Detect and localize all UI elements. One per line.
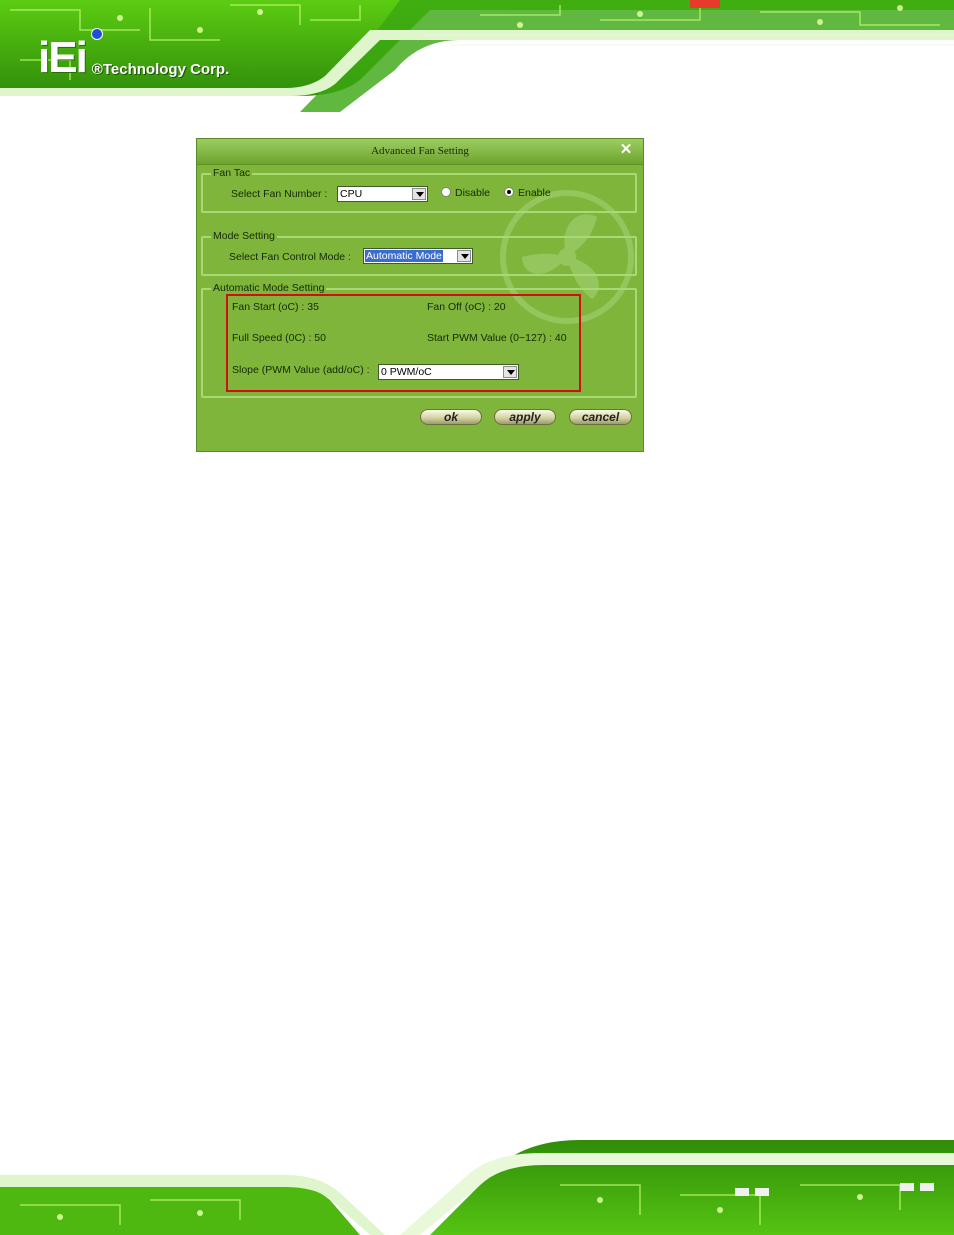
ok-button[interactable]: ok [420, 409, 482, 425]
cancel-button[interactable]: cancel [569, 409, 632, 425]
apply-button[interactable]: apply [494, 409, 556, 425]
header-banner: iEi ®Technology Corp. [0, 0, 954, 112]
fan-number-select[interactable]: CPU [337, 186, 428, 202]
fan-start-value: Fan Start (oC) : 35 [232, 301, 319, 313]
dialog-title: Advanced Fan Setting [371, 145, 469, 157]
slope-select[interactable]: 0 PWM/oC [378, 364, 519, 380]
fan-control-mode-value: Automatic Mode [365, 250, 443, 262]
select-fan-control-mode-label: Select Fan Control Mode : [229, 251, 351, 263]
chevron-down-icon[interactable] [503, 366, 517, 378]
disable-label[interactable]: Disable [455, 187, 490, 199]
fan-tac-group: Fan Tac Select Fan Number : CPU Disable … [201, 166, 637, 213]
enable-label[interactable]: Enable [518, 187, 551, 199]
company-name: ®Technology Corp. [91, 61, 230, 78]
mode-setting-group: Mode Setting Select Fan Control Mode : A… [201, 229, 637, 276]
full-speed-value: Full Speed (0C) : 50 [232, 332, 326, 344]
footer-banner [0, 1125, 954, 1235]
chevron-down-icon[interactable] [412, 188, 426, 200]
company-logo: iEi ®Technology Corp. [38, 28, 230, 82]
disable-radio[interactable] [441, 187, 451, 197]
automatic-mode-setting-label: Automatic Mode Setting [211, 281, 327, 295]
logo-dot-icon [91, 28, 103, 40]
advanced-fan-setting-dialog: Advanced Fan Setting ✕ Fan Tac Select Fa… [196, 138, 644, 452]
mode-setting-label: Mode Setting [211, 229, 277, 243]
select-fan-number-label: Select Fan Number : [231, 188, 328, 200]
enable-radio[interactable] [504, 187, 514, 197]
fan-off-value: Fan Off (oC) : 20 [427, 301, 506, 313]
fan-number-value: CPU [340, 188, 363, 200]
slope-label: Slope (PWM Value (add/oC) : [232, 364, 370, 376]
circuit-board-graphic-bottom [0, 1140, 954, 1235]
fan-control-mode-select[interactable]: Automatic Mode [363, 248, 473, 264]
chevron-down-icon[interactable] [457, 250, 471, 262]
start-pwm-value: Start PWM Value (0~127) : 40 [427, 332, 567, 344]
fan-tac-label: Fan Tac [211, 166, 253, 180]
slope-value: 0 PWM/oC [381, 366, 432, 378]
logo-mark: iEi [38, 33, 88, 82]
close-button[interactable]: ✕ [619, 142, 633, 157]
dialog-titlebar[interactable]: Advanced Fan Setting ✕ [197, 139, 643, 165]
